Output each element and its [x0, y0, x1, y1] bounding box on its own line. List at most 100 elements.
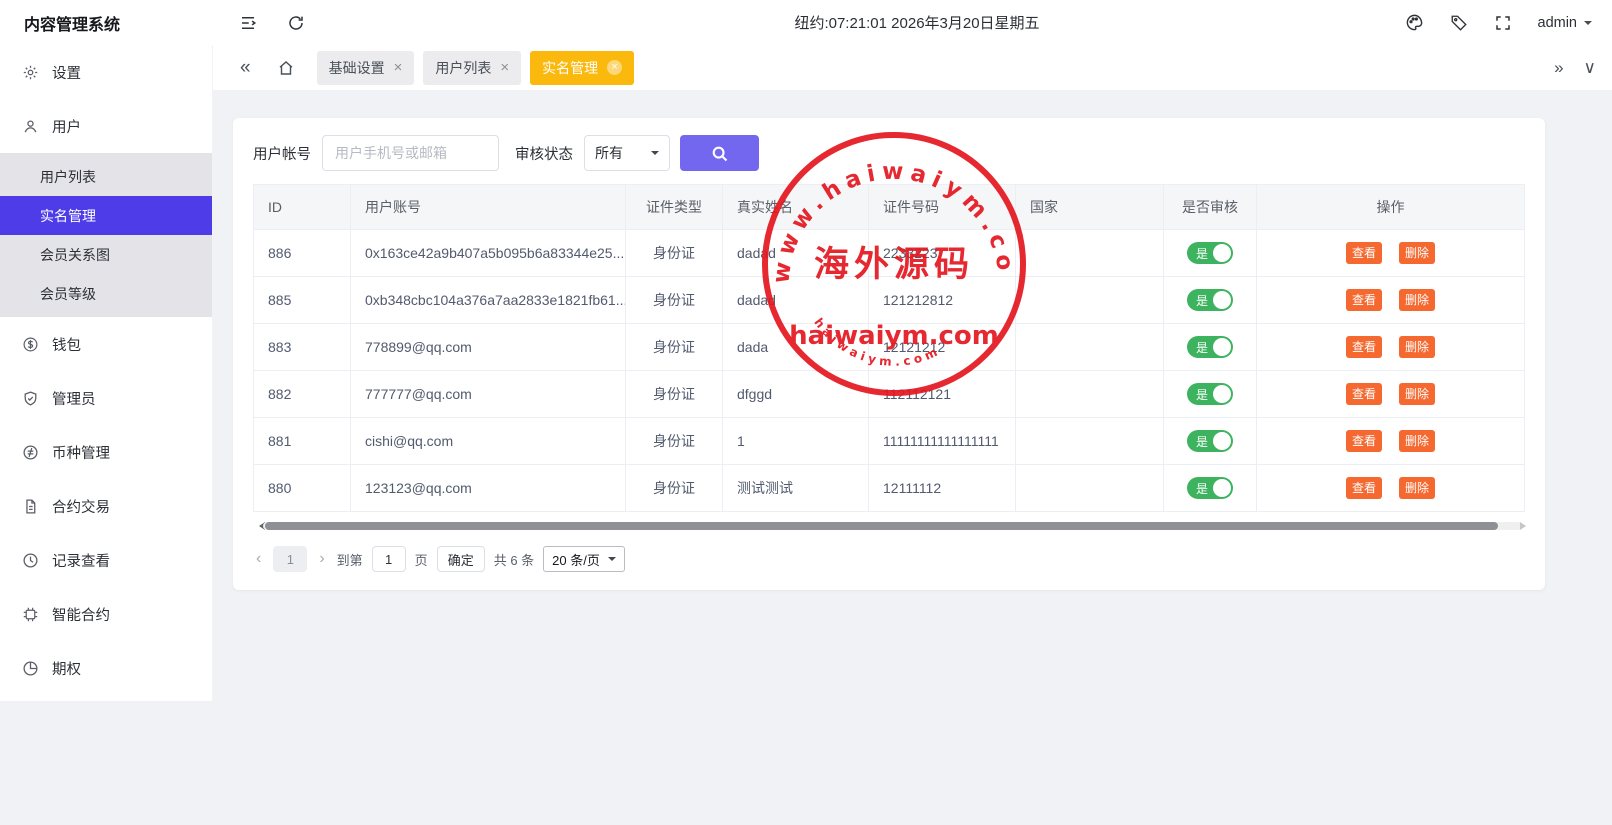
confirm-button[interactable]: 确定	[437, 546, 485, 572]
account-filter-label: 用户帐号	[253, 143, 311, 164]
cell-doc-type: 身份证	[626, 465, 723, 511]
verified-toggle[interactable]: 是	[1187, 289, 1233, 311]
verified-toggle[interactable]: 是	[1187, 383, 1233, 405]
cell-real-name: dadad	[723, 277, 869, 323]
status-filter-label: 审核状态	[515, 143, 573, 164]
theme-palette-icon[interactable]	[1405, 13, 1424, 32]
view-button[interactable]: 查看	[1346, 383, 1382, 405]
cell-actions: 查看 删除	[1257, 371, 1524, 417]
realname-table: ID 用户账号 证件类型 真实姓名 证件号码 国家 是否审核 操作 886 0x…	[253, 184, 1525, 512]
sidebar-item-coin-manage[interactable]: 币种管理	[0, 425, 212, 479]
cell-id: 882	[254, 371, 351, 417]
sidebar: 设置 用户 用户列表 实名管理 会员关系图 会员等级 钱包 管理员	[0, 45, 213, 701]
sidebar-item-smart-contract[interactable]: 智能合约	[0, 587, 212, 641]
cell-verified: 是	[1164, 465, 1257, 511]
toggle-knob	[1213, 385, 1231, 403]
view-button[interactable]: 查看	[1346, 289, 1382, 311]
sidebar-item-wallet[interactable]: 钱包	[0, 317, 212, 371]
tabs-scroll-right-icon[interactable]: »	[1554, 58, 1563, 78]
subitem-label: 会员等级	[40, 284, 96, 304]
delete-button[interactable]: 删除	[1399, 430, 1435, 452]
sidebar-item-settings[interactable]: 设置	[0, 45, 212, 99]
page-unit-label: 页	[415, 550, 428, 569]
scrollbar-thumb[interactable]	[265, 522, 1498, 530]
cell-real-name: dadad	[723, 230, 869, 276]
sidebar-subitem-member-level[interactable]: 会员等级	[0, 274, 212, 313]
cell-country	[1016, 324, 1164, 370]
toggle-label: 是	[1196, 339, 1208, 356]
tab-basic-settings[interactable]: 基础设置 ×	[317, 51, 415, 85]
table-row: 885 0xb348cbc104a376a7aa2833e1821fb61...…	[254, 277, 1524, 324]
cell-country	[1016, 230, 1164, 276]
next-page-icon[interactable]: ›	[316, 551, 327, 567]
topbar-left-icons	[239, 14, 305, 32]
cell-doc-type: 身份证	[626, 324, 723, 370]
view-button[interactable]: 查看	[1346, 336, 1382, 358]
scroll-right-arrow-icon[interactable]	[1520, 522, 1530, 530]
cell-doc-no: 112112121	[869, 371, 1016, 417]
page-size-value: 20 条/页	[552, 550, 600, 569]
verified-toggle[interactable]: 是	[1187, 430, 1233, 452]
collapse-sidebar-icon[interactable]	[239, 14, 257, 32]
col-header-doc-type: 证件类型	[626, 185, 723, 229]
delete-button[interactable]: 删除	[1399, 242, 1435, 264]
sidebar-subitem-member-graph[interactable]: 会员关系图	[0, 235, 212, 274]
sidebar-item-options[interactable]: 期权	[0, 641, 212, 695]
tabs-menu-icon[interactable]: ∨	[1584, 58, 1596, 78]
pie-icon	[22, 660, 39, 677]
sidebar-item-contract-trade[interactable]: 合约交易	[0, 479, 212, 533]
goto-label: 到第	[337, 550, 363, 569]
refresh-icon[interactable]	[287, 14, 305, 32]
sidebar-item-admins[interactable]: 管理员	[0, 371, 212, 425]
delete-button[interactable]: 删除	[1399, 336, 1435, 358]
verified-toggle[interactable]: 是	[1187, 242, 1233, 264]
view-button[interactable]: 查看	[1346, 477, 1382, 499]
main-area: « 基础设置 × 用户列表 × 实名管理 × » ∨ 用户帐号	[213, 45, 1612, 825]
home-icon[interactable]	[277, 59, 295, 77]
tag-icon[interactable]	[1450, 14, 1468, 32]
col-header-doc-no: 证件号码	[869, 185, 1016, 229]
cell-id: 885	[254, 277, 351, 323]
view-button[interactable]: 查看	[1346, 430, 1382, 452]
delete-button[interactable]: 删除	[1399, 383, 1435, 405]
sidebar-subitem-user-list[interactable]: 用户列表	[0, 157, 212, 196]
account-search-input[interactable]	[322, 135, 499, 171]
wallet-icon	[22, 336, 39, 353]
tab-realname-manage[interactable]: 实名管理 ×	[530, 51, 634, 85]
close-icon[interactable]: ×	[394, 60, 403, 75]
sidebar-item-records[interactable]: 记录查看	[0, 533, 212, 587]
tabs-scroll-left-icon[interactable]: «	[240, 58, 251, 77]
tab-user-list[interactable]: 用户列表 ×	[423, 51, 521, 85]
verified-toggle[interactable]: 是	[1187, 477, 1233, 499]
goto-page-input[interactable]	[372, 546, 406, 572]
user-menu[interactable]: admin	[1538, 15, 1593, 31]
current-page-button[interactable]: 1	[273, 546, 307, 572]
cell-doc-no: 121212812	[869, 277, 1016, 323]
view-button[interactable]: 查看	[1346, 242, 1382, 264]
chip-icon	[22, 606, 39, 623]
cell-country	[1016, 371, 1164, 417]
col-header-actions: 操作	[1257, 185, 1524, 229]
status-select[interactable]: 所有	[584, 135, 670, 171]
prev-page-icon[interactable]: ‹	[253, 551, 264, 567]
fullscreen-icon[interactable]	[1494, 14, 1512, 32]
cell-account: cishi@qq.com	[351, 418, 626, 464]
user-icon	[22, 118, 39, 135]
col-header-verified: 是否审核	[1164, 185, 1257, 229]
topbar-right-icons: admin	[1405, 13, 1593, 32]
delete-button[interactable]: 删除	[1399, 289, 1435, 311]
verified-toggle[interactable]: 是	[1187, 336, 1233, 358]
horizontal-scrollbar[interactable]	[255, 520, 1530, 532]
filter-row: 用户帐号 审核状态 所有	[233, 118, 1545, 184]
search-button[interactable]	[680, 135, 759, 171]
coin-icon	[22, 444, 39, 461]
cell-doc-no: 12121212	[869, 324, 1016, 370]
page-size-select[interactable]: 20 条/页	[543, 546, 625, 572]
delete-button[interactable]: 删除	[1399, 477, 1435, 499]
sidebar-subitem-realname-manage[interactable]: 实名管理	[0, 196, 212, 235]
close-icon[interactable]: ×	[500, 60, 509, 75]
sidebar-item-label: 期权	[52, 658, 81, 679]
close-icon[interactable]: ×	[607, 60, 622, 75]
sidebar-item-users[interactable]: 用户	[0, 99, 212, 153]
contract-icon	[22, 498, 39, 515]
